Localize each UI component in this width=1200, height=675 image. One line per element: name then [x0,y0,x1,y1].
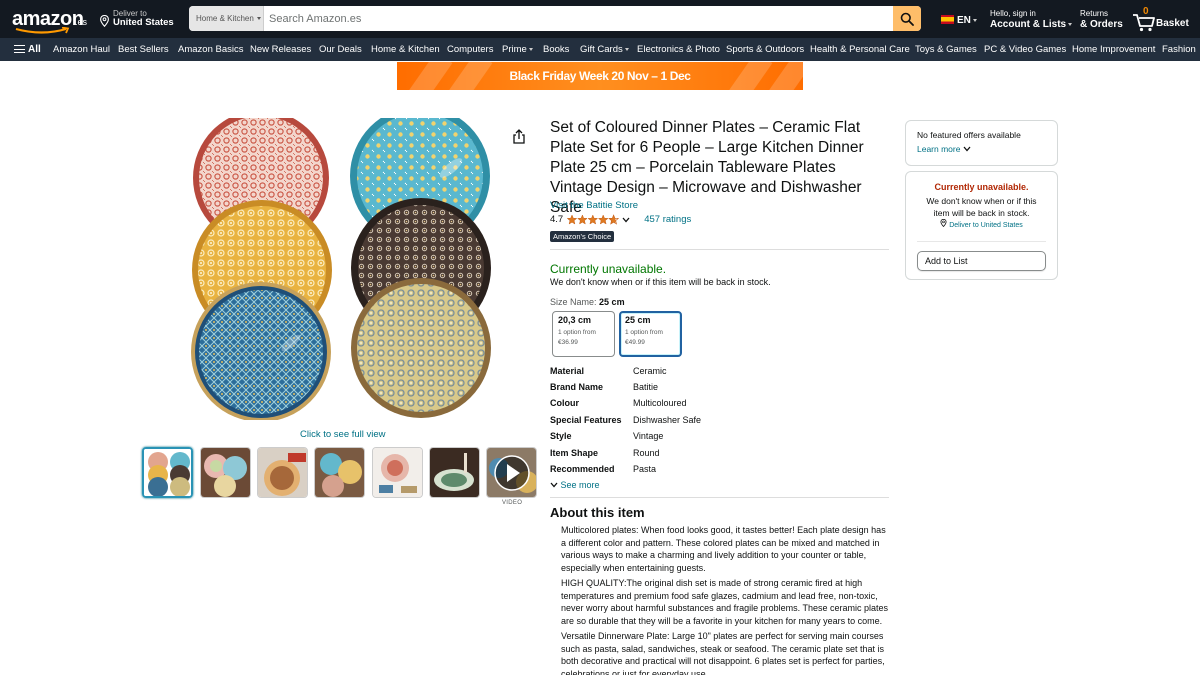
thumbnail-2[interactable] [200,447,251,498]
chevron-down-icon [528,47,533,51]
subnav-item-amazon-basics[interactable]: Amazon Basics [178,44,243,55]
availability-message: We don't know when or if this item will … [550,277,771,287]
subnav-item-pc-video-games[interactable]: PC & Video Games [984,44,1066,55]
subnav-item-sports-outdoors[interactable]: Sports & Outdoors [726,44,804,55]
size-name-label: Size Name: 25 cm [550,297,625,307]
buybox-unavailable: Currently unavailable. [934,182,1029,192]
location-pin-icon [100,15,109,27]
list-item: Versatile Dinnerware Plate: Large 10" pl… [561,630,891,675]
subnav-item-gift-cards[interactable]: Gift Cards [580,44,629,55]
hamburger-icon [14,45,25,53]
thumbnail-image [144,449,191,496]
share-icon[interactable] [512,129,526,145]
subnav-item-our-deals[interactable]: Our Deals [319,44,362,55]
cart-icon [1133,14,1155,32]
chevron-down-icon [972,18,977,22]
offers-box: No featured offers available Learn more [905,120,1058,166]
star-rating-icon[interactable] [567,214,620,225]
chevron-down-icon [550,482,558,488]
divider [550,249,889,250]
subnav-item-books[interactable]: Books [543,44,569,55]
video-thumbnail[interactable] [486,447,537,498]
location-pin-icon [940,218,947,228]
deliver-country: United States [113,17,174,28]
deliver-to-link[interactable]: Deliver to United States [906,218,1057,229]
secondary-navbar: All Amazon Haul Best Sellers Amazon Basi… [0,38,1200,61]
search-button[interactable] [893,6,921,31]
search-category-dropdown[interactable]: Home & Kitchen [189,6,264,31]
product-specs-table: Material Ceramic Brand Name Batitie Colour… [550,366,702,474]
subnav-item-new-releases[interactable]: New Releases [250,44,311,55]
chevron-down-icon [256,17,261,21]
divider [917,241,1046,242]
subnav-item-computers[interactable]: Computers [447,44,493,55]
selected-size: 25 cm [599,297,625,307]
amazon-logo[interactable]: amazon .es [12,6,90,34]
about-heading: About this item [550,505,645,520]
list-item: Multicolored plates: When food looks goo… [561,524,891,574]
see-more-link[interactable]: See more [550,480,600,490]
thumbnail-3[interactable] [257,447,308,498]
subnav-item-best-sellers[interactable]: Best Sellers [118,44,169,55]
size-option-25cm[interactable]: 25 cm 1 option from €49.99 [619,311,682,357]
subnav-item-home-improvement[interactable]: Home Improvement [1072,44,1155,55]
full-view-link[interactable]: Click to see full view [300,429,386,440]
about-bullets: Multicolored plates: When food looks goo… [561,524,891,675]
subnav-item-prime[interactable]: Prime [502,44,533,55]
divider [550,497,889,498]
subnav-item-health-personal-care[interactable]: Health & Personal Care [810,44,910,55]
chevron-down-icon [1068,22,1073,26]
rating-value: 4.7 [550,214,564,225]
availability-status: Currently unavailable. [550,262,667,276]
thumbnail-6[interactable] [429,447,480,498]
smile-arrow-icon [15,27,70,34]
buy-box: Currently unavailable. We don't know whe… [905,171,1058,280]
spain-flag-icon [941,15,954,24]
thumbnail-1[interactable] [142,447,193,498]
thumbnail-4[interactable] [314,447,365,498]
returns-and-orders[interactable]: Returns & Orders [1080,9,1123,31]
amazons-choice-badge: Amazon's Choice [550,231,615,242]
thumbnail-image [430,448,479,497]
store-link[interactable]: Visit the Batitie Store [550,200,638,211]
thumbnail-image [373,448,422,497]
rating-summary: 4.7 457 ratings [550,214,691,225]
banner-text: Black Friday Week 20 Nov – 1 Dec [509,69,691,83]
language-selector[interactable]: EN [941,15,977,26]
list-item: HIGH QUALITY:The original dish set is ma… [561,577,891,627]
search-icon [900,12,914,26]
no-offers-text: No featured offers available [917,130,1021,140]
search-input[interactable] [264,6,893,31]
account-and-lists[interactable]: Hello, sign in Account & Lists [990,9,1073,31]
subnav-item-toys-games[interactable]: Toys & Games [915,44,977,55]
top-navbar: amazon .es Deliver to United States Home… [0,0,1200,38]
subnav-item-fashion[interactable]: Fashion [1162,44,1196,55]
chevron-down-icon [963,146,971,152]
play-icon [494,455,530,491]
main-product-image[interactable] [186,118,496,420]
search-bar: Home & Kitchen [189,6,921,31]
learn-more-link[interactable]: Learn more [917,144,1046,154]
size-option-20cm[interactable]: 20,3 cm 1 option from €36.99 [552,311,615,357]
thumbnail-image [315,448,364,497]
subnav-item-home-kitchen[interactable]: Home & Kitchen [371,44,440,55]
buybox-unavailable-message: We don't know when or if this item will … [926,196,1037,218]
thumbnail-image [258,448,307,497]
ratings-count-link[interactable]: 457 ratings [644,214,691,225]
all-menu-button[interactable]: All [14,44,41,55]
chevron-down-icon[interactable] [622,217,630,223]
video-label: VIDEO [502,500,523,506]
add-to-list-button[interactable]: Add to List [917,251,1046,271]
thumbnail-image [201,448,250,497]
subnav-item-amazon-haul[interactable]: Amazon Haul [53,44,110,55]
basket-button[interactable]: 0 Basket [1131,6,1195,34]
chevron-down-icon [624,47,629,51]
black-friday-banner[interactable]: Black Friday Week 20 Nov – 1 Dec [397,62,803,90]
thumbnail-5[interactable] [372,447,423,498]
subnav-item-electronics-photo[interactable]: Electronics & Photo [637,44,720,55]
